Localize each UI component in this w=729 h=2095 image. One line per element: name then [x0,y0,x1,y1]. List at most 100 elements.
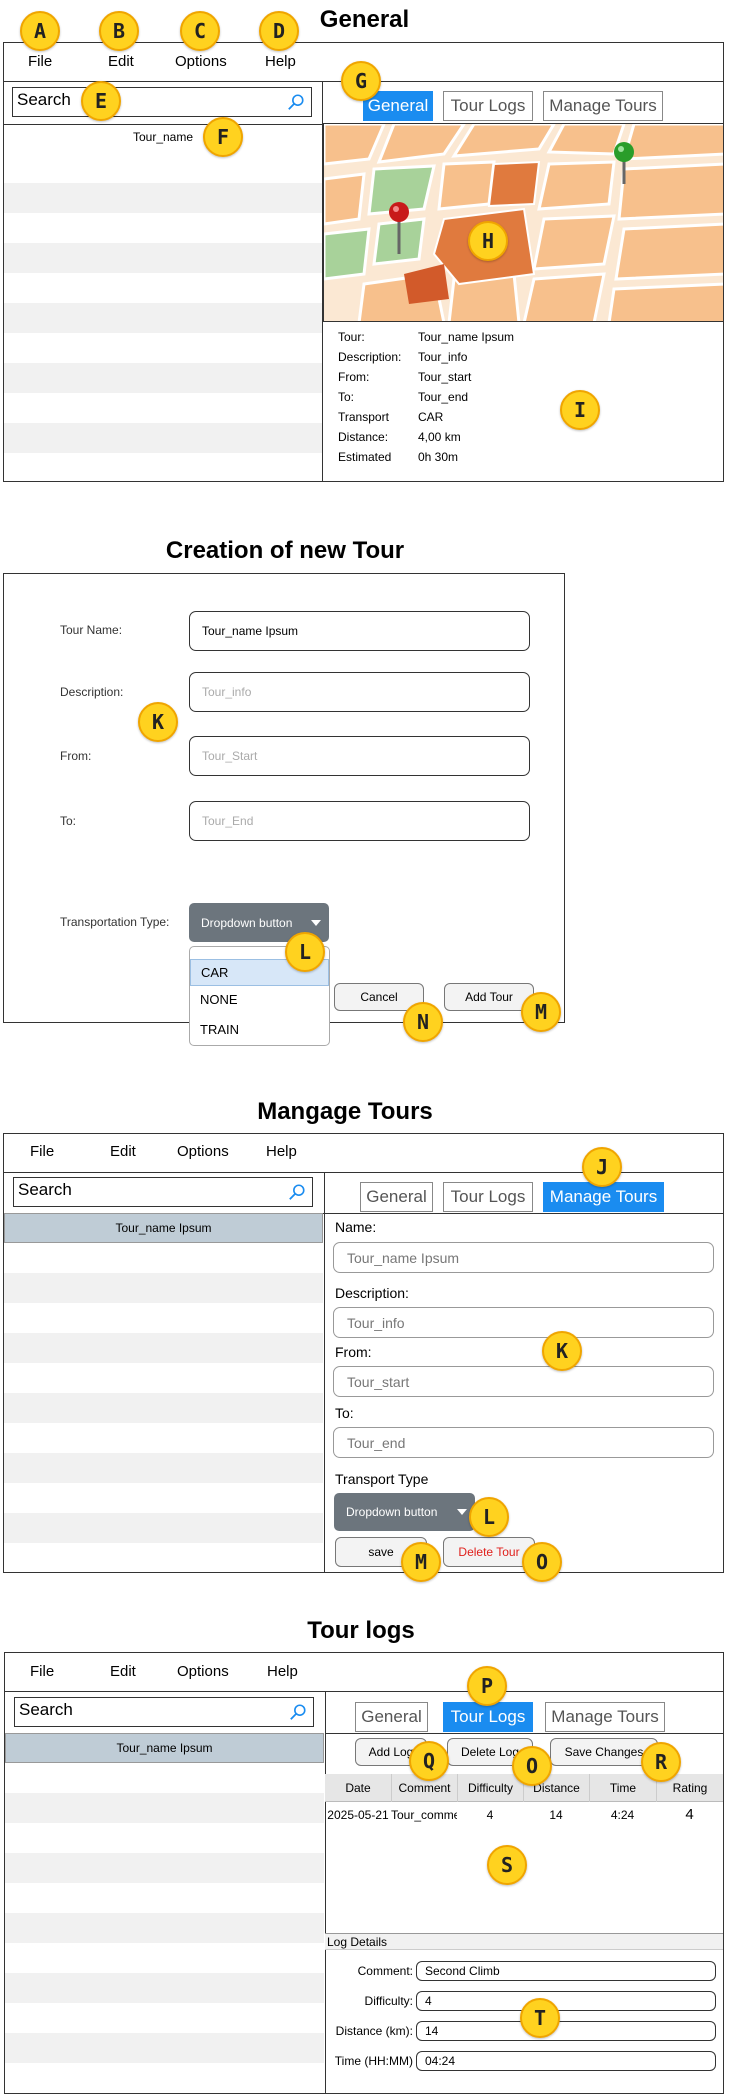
table-row[interactable]: 2025-05-21 Tour_commer 4 14 4:24 4 [325,1804,723,1826]
menu-file[interactable]: File [30,1143,54,1160]
list-item-selected[interactable]: Tour_name Ipsum [5,1733,324,1763]
badge-n: N [403,1002,443,1042]
cell-time: 4:24 [610,1808,635,1822]
info-value-distance: 4,00 km [418,430,461,444]
badge-j: J [582,1147,622,1187]
dropdown-label: Dropdown button [201,915,293,930]
menu-edit[interactable]: Edit [108,53,134,70]
difficulty-input[interactable]: 4 [416,1991,716,2011]
log-details-title: Log Details [325,1934,723,1950]
badge-o: O [522,1542,562,1582]
caret-down-icon [457,1509,467,1515]
label-comment: Comment: [357,1964,413,1978]
menu-help[interactable]: Help [265,53,296,70]
column-header-date[interactable]: Date [325,1774,391,1802]
badge-o: O [512,1746,552,1786]
tour-list: Tour_name Ipsum [5,1733,324,2093]
tab-manage-tours[interactable]: Manage Tours [545,1702,665,1732]
info-value-estimated: 0h 30m [418,450,459,464]
description-input[interactable]: Tour_info [189,672,530,712]
manage-section-title: Mangage Tours [257,1098,433,1125]
from-input[interactable]: Tour_Start [189,736,530,776]
time-input[interactable]: 04:24 [416,2051,716,2071]
menu-options[interactable]: Options [175,53,227,70]
label-from: From: [60,749,92,763]
description-input[interactable]: Tour_info [333,1307,714,1338]
menu-file[interactable]: File [30,1663,54,1680]
info-label-from: From: [338,370,370,384]
badge-l: L [285,932,325,972]
map-graphic [324,124,723,321]
tab-general[interactable]: General [360,1182,433,1212]
badge-m: M [401,1542,441,1582]
menu-file[interactable]: File [28,53,52,70]
search-icon[interactable] [289,1703,307,1721]
info-label-distance: Distance: [338,430,389,444]
badge-k: K [542,1331,582,1371]
dropdown-option-train[interactable]: TRAIN [200,1022,239,1037]
search-placeholder: Search [18,1180,72,1199]
label-transport-type: Transportation Type: [60,915,170,929]
label-difficulty: Difficulty: [364,1994,413,2008]
tab-tour-logs[interactable]: Tour Logs [443,91,533,121]
menu-edit[interactable]: Edit [110,1143,136,1160]
info-label-estimated: Estimated [338,450,392,464]
badge-f: F [203,117,243,157]
cell-difficulty: 4 [486,1808,494,1822]
badge-m: M [521,992,561,1032]
menu-help[interactable]: Help [267,1663,298,1680]
transport-dropdown[interactable]: Dropdown button [334,1493,475,1531]
tab-manage-tours[interactable]: Manage Tours [543,91,663,121]
label-distance: Distance (km): [335,2024,413,2038]
tour-list: Tour_name Ipsum [4,1213,323,1572]
cell-distance: 14 [549,1808,563,1822]
column-header-time[interactable]: Time [589,1774,656,1802]
to-input[interactable]: Tour_end [333,1427,714,1458]
label-time: Time (HH:MM) [334,2054,413,2068]
distance-input[interactable]: 14 [416,2021,716,2041]
tab-tour-logs[interactable]: Tour Logs [443,1182,533,1212]
search-icon[interactable] [288,1183,306,1201]
badge-g: G [341,61,381,101]
badge-c: C [180,11,220,51]
comment-input[interactable]: Second Climb [416,1961,716,1981]
creation-section-title: Creation of new Tour [165,537,405,564]
menu-options[interactable]: Options [177,1143,229,1160]
tab-general[interactable]: General [355,1702,428,1732]
badge-b: B [99,11,139,51]
column-header-difficulty[interactable]: Difficulty [457,1774,523,1802]
info-value-tour: Tour_name Ipsum [418,330,515,344]
search-placeholder: Search [19,1700,73,1719]
dropdown-option-none[interactable]: NONE [200,992,238,1007]
label-from: From: [335,1344,372,1360]
info-value-to: Tour_end [418,390,469,404]
map-view[interactable] [323,123,724,322]
search-input[interactable]: Search [14,1697,314,1727]
badge-s: S [487,1845,527,1885]
menu-help[interactable]: Help [266,1143,297,1160]
list-item-selected[interactable]: Tour_name Ipsum [4,1213,323,1243]
label-description: Description: [335,1285,409,1301]
search-input[interactable]: Search [13,1177,313,1207]
badge-i: I [560,390,600,430]
list-item[interactable]: Tour_name [4,123,322,153]
label-name: Name: [335,1219,377,1235]
info-value-transport: CAR [418,410,444,424]
logs-section-title: Tour logs [307,1617,415,1644]
tour-name-input[interactable]: Tour_name Ipsum [189,611,530,651]
search-icon[interactable] [287,93,305,111]
search-input[interactable]: Search [12,87,312,117]
badge-e: E [81,81,121,121]
menu-edit[interactable]: Edit [110,1663,136,1680]
info-label-tour: Tour: [338,330,365,344]
name-input[interactable]: Tour_name Ipsum [333,1242,714,1273]
tab-tour-logs[interactable]: Tour Logs [443,1702,533,1732]
to-input[interactable]: Tour_End [189,801,530,841]
info-label-to: To: [338,390,355,404]
from-input[interactable]: Tour_start [333,1366,714,1397]
info-label-transport: Transport [338,410,389,424]
badge-t: T [520,1998,560,2038]
label-transport-type: Transport Type [335,1471,429,1487]
badge-q: Q [409,1741,449,1781]
menu-options[interactable]: Options [177,1663,229,1680]
